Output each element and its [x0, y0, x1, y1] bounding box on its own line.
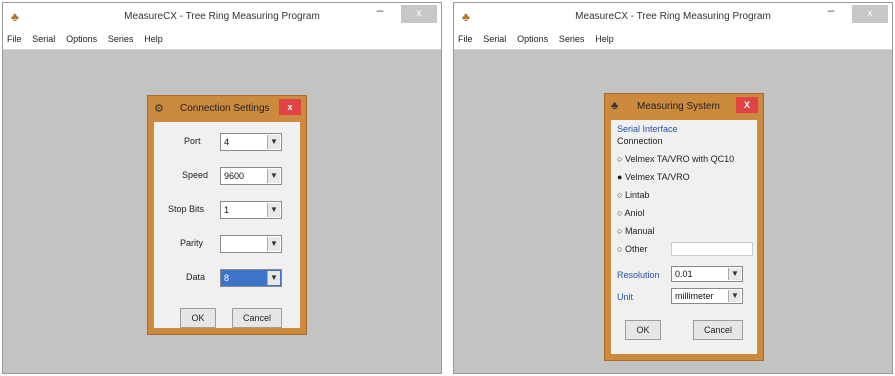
menu-file[interactable]: File — [454, 31, 477, 47]
menu-series[interactable]: Series — [555, 31, 589, 47]
minimize-button[interactable]: – — [820, 4, 842, 19]
option-aniol[interactable]: ○ Aniol — [617, 208, 644, 218]
dialog-body: Port 4 ▼ Speed 9600 ▼ Stop Bits 1 ▼ Pari… — [154, 122, 300, 328]
port-select[interactable]: 4 ▼ — [220, 133, 282, 151]
chevron-down-icon[interactable]: ▼ — [267, 237, 280, 251]
ok-button[interactable]: OK — [180, 308, 216, 328]
menu-serial[interactable]: Serial — [28, 31, 59, 47]
option-other[interactable]: ○ Other — [617, 244, 647, 254]
close-button[interactable]: x — [852, 5, 888, 23]
option-velmex[interactable]: ● Velmex TA/VRO — [617, 172, 690, 182]
minimize-button[interactable]: – — [369, 4, 391, 19]
app-window-left: ♣ MeasureCX - Tree Ring Measuring Progra… — [2, 2, 442, 374]
menu-file[interactable]: File — [3, 31, 26, 47]
title-bar: ♣ MeasureCX - Tree Ring Measuring Progra… — [454, 3, 892, 31]
close-button[interactable]: x — [401, 5, 437, 23]
stop-bits-label: Stop Bits — [168, 204, 205, 214]
app-window-right: ♣ MeasureCX - Tree Ring Measuring Progra… — [453, 2, 893, 374]
other-input[interactable] — [671, 242, 753, 256]
menu-help[interactable]: Help — [140, 31, 167, 47]
menu-options[interactable]: Options — [62, 31, 101, 47]
menu-bar: File Serial Options Series Help — [3, 31, 441, 50]
unit-select[interactable]: millimeter ▼ — [671, 288, 743, 304]
resolution-select[interactable]: 0.01 ▼ — [671, 266, 743, 282]
dialog-title-bar: ♣ Measuring System X — [605, 94, 763, 120]
data-bits-label: Data — [186, 272, 206, 282]
chevron-down-icon[interactable]: ▼ — [728, 290, 741, 302]
cancel-button[interactable]: Cancel — [232, 308, 282, 328]
chevron-down-icon[interactable]: ▼ — [267, 135, 280, 149]
parity-label: Parity — [180, 238, 204, 248]
chevron-down-icon[interactable]: ▼ — [267, 271, 280, 285]
option-lintab[interactable]: ○ Lintab — [617, 190, 649, 200]
stop-bits-select[interactable]: 1 ▼ — [220, 201, 282, 219]
dialog-title-bar: ⚙ Connection Settings x — [148, 96, 306, 122]
resolution-label: Resolution — [617, 270, 660, 280]
chevron-down-icon[interactable]: ▼ — [267, 169, 280, 183]
menu-help[interactable]: Help — [591, 31, 618, 47]
dialog-title: Measuring System — [637, 101, 720, 112]
menu-bar: File Serial Options Series Help — [454, 31, 892, 50]
ok-button[interactable]: OK — [625, 320, 661, 340]
option-velmex-qc10[interactable]: ○ Velmex TA/VRO with QC10 — [617, 154, 734, 164]
cancel-button[interactable]: Cancel — [693, 320, 743, 340]
menu-serial[interactable]: Serial — [479, 31, 510, 47]
tree-icon: ♣ — [611, 100, 619, 112]
unit-label: Unit — [617, 292, 634, 302]
dialog-title: Connection Settings — [180, 103, 270, 114]
dialog-close-button[interactable]: x — [279, 99, 301, 115]
chevron-down-icon[interactable]: ▼ — [728, 268, 741, 280]
parity-select[interactable]: ▼ — [220, 235, 282, 253]
settings-icon: ⚙ — [154, 103, 164, 115]
serial-group-label: Serial Interface — [617, 124, 678, 134]
option-manual[interactable]: ○ Manual — [617, 226, 654, 236]
dialog-close-button[interactable]: X — [736, 97, 758, 113]
measuring-system-dialog: ♣ Measuring System X Serial Interface Co… — [604, 93, 764, 361]
menu-options[interactable]: Options — [513, 31, 552, 47]
port-label: Port — [184, 136, 201, 146]
dialog-body: Serial Interface Connection ○ Velmex TA/… — [611, 120, 757, 354]
title-bar: ♣ MeasureCX - Tree Ring Measuring Progra… — [3, 3, 441, 31]
data-bits-select[interactable]: 8 ▼ — [220, 269, 282, 287]
connection-settings-dialog: ⚙ Connection Settings x Port 4 ▼ Speed 9… — [147, 95, 307, 335]
speed-label: Speed — [182, 170, 209, 180]
chevron-down-icon[interactable]: ▼ — [267, 203, 280, 217]
menu-series[interactable]: Series — [104, 31, 138, 47]
speed-select[interactable]: 9600 ▼ — [220, 167, 282, 185]
connection-label: Connection — [617, 136, 663, 146]
